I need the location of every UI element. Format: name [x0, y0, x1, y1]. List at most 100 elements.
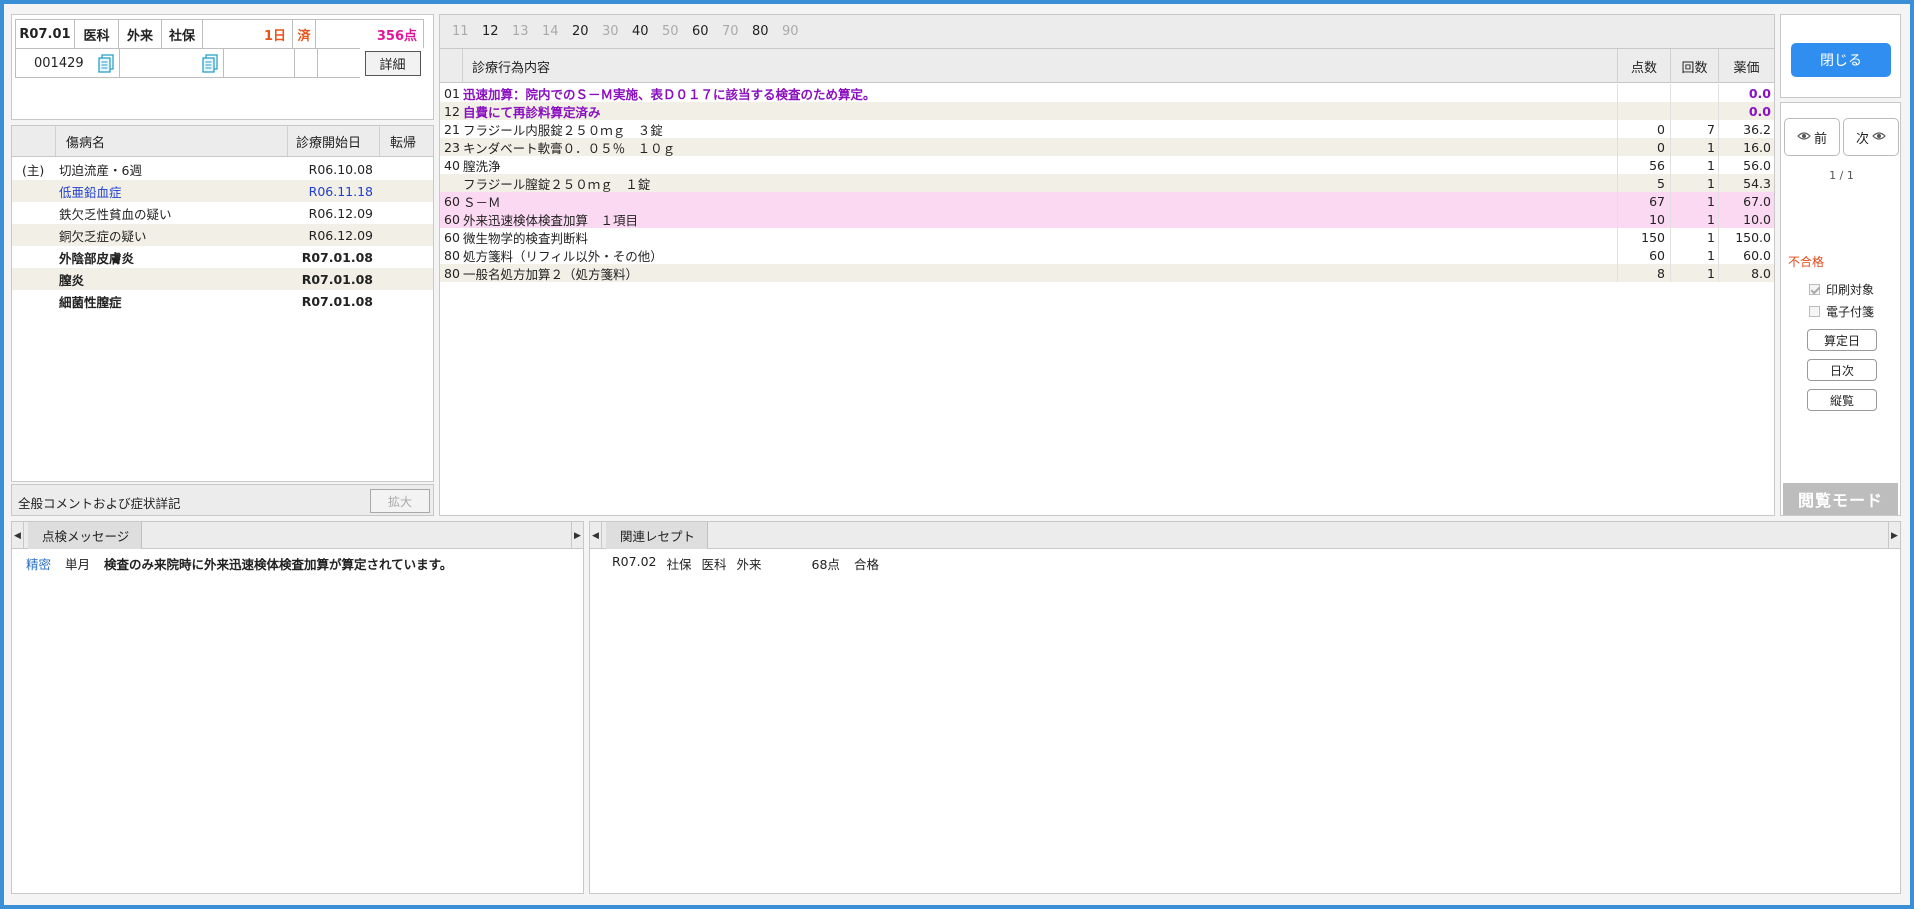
- disease-row[interactable]: 銅欠乏症の疑い R06.12.09: [12, 224, 433, 246]
- tab-category[interactable]: 20: [572, 24, 602, 39]
- procedure-name: 自費にて再診料算定済み: [463, 104, 601, 120]
- procedure-row[interactable]: 80 処方箋料（リフィル以外・その他） 60 1 60.0: [440, 246, 1774, 264]
- patient-id-cell: 001429: [15, 48, 120, 78]
- disease-row[interactable]: 低亜鉛血症 R06.11.18: [12, 180, 433, 202]
- procedure-count: 1: [1670, 246, 1715, 264]
- related-visit: 外来: [736, 557, 762, 572]
- tab-category[interactable]: 12: [482, 24, 512, 39]
- procedure-row[interactable]: 40 膣洗浄 56 1 56.0: [440, 156, 1774, 174]
- procedure-row[interactable]: 01 迅速加算：院内でのＳ－Ｍ実施、表Ｄ０１７に該当する検査のため算定。 0.0: [440, 84, 1774, 102]
- procedure-drug-price: 8.0: [1718, 264, 1771, 282]
- procedure-row[interactable]: 21 フラジール内服錠２５０ｍｇ ３錠 0 7 36.2: [440, 120, 1774, 138]
- checkbox-unchecked-icon: [1809, 306, 1820, 317]
- header-visit: 外来: [118, 19, 162, 49]
- header-points: 356点: [315, 19, 424, 49]
- tab-category[interactable]: 70: [722, 24, 752, 39]
- procedure-row[interactable]: 60 Ｓ－Ｍ 67 1 67.0: [440, 192, 1774, 210]
- tab-category[interactable]: 14: [542, 24, 572, 39]
- procedure-count: 1: [1670, 264, 1715, 282]
- disease-start-date: R07.01.08: [301, 249, 373, 265]
- procedure-count: 1: [1670, 210, 1715, 228]
- related-receipt-panel: ◀ 関連レセプト ▶ R07.02 社保 医科 外来 68点 合格: [589, 521, 1901, 894]
- col-start-date[interactable]: 診療開始日: [288, 126, 380, 156]
- disease-start-date: R06.11.18: [308, 183, 373, 199]
- tab-related-receipts[interactable]: 関連レセプト: [606, 522, 709, 549]
- scroll-left-icon[interactable]: ◀: [590, 522, 602, 549]
- procedure-table-header: 診療行為内容 点数 回数 薬価: [440, 49, 1774, 83]
- tab-check-messages[interactable]: 点検メッセージ: [28, 522, 143, 549]
- procedure-count: [1670, 84, 1715, 102]
- disease-row[interactable]: 細菌性膣症 R07.01.08: [12, 290, 433, 312]
- detail-button[interactable]: 詳細: [364, 50, 421, 76]
- comment-label: 全般コメントおよび症状詳記: [18, 496, 181, 511]
- procedure-row[interactable]: 80 一般名処方加算２（処方箋料） 8 1 8.0: [440, 264, 1774, 282]
- procedure-row[interactable]: 12 自費にて再診料算定済み 0.0: [440, 102, 1774, 120]
- tab-category[interactable]: 90: [782, 24, 812, 39]
- disease-row[interactable]: 膣炎 R07.01.08: [12, 268, 433, 290]
- header-days: 1日: [202, 19, 293, 49]
- procedure-drug-price: 150.0: [1718, 228, 1771, 246]
- check-message-panel: ◀ 点検メッセージ ▶ 精密 単月 検査のみ来院時に外来迅速検体検査加算が算定さ…: [11, 521, 584, 894]
- tab-category[interactable]: 60: [692, 24, 722, 39]
- disease-row[interactable]: (主) 切迫流産・6週 R06.10.08: [12, 158, 433, 180]
- col-points[interactable]: 点数: [1617, 49, 1670, 83]
- disease-table: 傷病名 診療開始日 転帰 (主) 切迫流産・6週 R06.10.08 低亜鉛血症 R06…: [11, 125, 434, 482]
- procedure-row[interactable]: 23 キンダベート軟膏０．０５％ １０ｇ 0 1 16.0: [440, 138, 1774, 156]
- message-text: 検査のみ来院時に外来迅速検体検査加算が算定されています。: [104, 557, 453, 572]
- disease-row[interactable]: 外陰部皮膚炎 R07.01.08: [12, 246, 433, 268]
- procedure-code: 60: [444, 229, 460, 245]
- tab-category[interactable]: 13: [512, 24, 542, 39]
- expand-button[interactable]: 拡大: [370, 489, 430, 513]
- tab-category[interactable]: 40: [632, 24, 662, 39]
- detail-cell: 詳細: [360, 48, 425, 78]
- related-insurance: 社保: [666, 557, 692, 572]
- document-copy-icon[interactable]: [98, 53, 115, 73]
- print-target-checkbox[interactable]: 印刷対象: [1809, 281, 1874, 298]
- prev-button[interactable]: 前: [1784, 118, 1840, 156]
- tab-category[interactable]: 30: [602, 24, 632, 39]
- e-sticky-checkbox[interactable]: 電子付箋: [1809, 303, 1874, 320]
- procedure-code: 60: [444, 211, 460, 227]
- col-content[interactable]: 診療行為内容: [462, 49, 1617, 83]
- procedure-name: 一般名処方加算２（処方箋料）: [463, 266, 639, 282]
- disease-name: 低亜鉛血症: [59, 184, 122, 200]
- overview-button[interactable]: 縦覧: [1807, 389, 1877, 411]
- next-button[interactable]: 次: [1843, 118, 1899, 156]
- scroll-right-icon[interactable]: ▶: [1888, 522, 1900, 549]
- procedure-row[interactable]: 60 外来迅速検体検査加算 １項目 10 1 10.0: [440, 210, 1774, 228]
- tab-category[interactable]: 50: [662, 24, 692, 39]
- related-dept: 医科: [701, 557, 727, 572]
- scroll-right-icon[interactable]: ▶: [571, 522, 583, 549]
- empty-cell: [317, 48, 361, 78]
- col-disease-name[interactable]: 傷病名: [56, 126, 288, 156]
- tab-category[interactable]: 80: [752, 24, 782, 39]
- next-label: 次: [1855, 131, 1869, 147]
- document-copy-icon[interactable]: [202, 53, 219, 73]
- disease-start-date: R07.01.08: [301, 271, 373, 287]
- disease-row[interactable]: 鉄欠乏性貧血の疑い R06.12.09: [12, 202, 433, 224]
- calc-day-button[interactable]: 算定日: [1807, 329, 1877, 351]
- check-message[interactable]: 精密 単月 検査のみ来院時に外来迅速検体検査加算が算定されています。: [26, 554, 452, 573]
- scroll-left-icon[interactable]: ◀: [12, 522, 24, 549]
- procedure-count: [1670, 102, 1715, 120]
- procedure-code: 21: [444, 121, 460, 137]
- disease-name: 銅欠乏症の疑い: [59, 228, 147, 244]
- tab-category[interactable]: 11: [452, 24, 482, 39]
- col-count[interactable]: 回数: [1670, 49, 1718, 83]
- close-button[interactable]: 閉じる: [1791, 43, 1891, 77]
- daily-button[interactable]: 日次: [1807, 359, 1877, 381]
- col-outcome[interactable]: 転帰: [380, 126, 433, 156]
- procedure-points: 0: [1617, 120, 1665, 138]
- disease-name: 鉄欠乏性貧血の疑い: [59, 206, 172, 222]
- result-status: 不合格: [1788, 255, 1825, 269]
- procedure-points: 0: [1617, 138, 1665, 156]
- related-points: 68点: [811, 557, 840, 572]
- related-result: 合格: [853, 557, 879, 572]
- procedure-row[interactable]: フラジール膣錠２５０ｍｇ １錠 5 1 54.3: [440, 174, 1774, 192]
- related-receipt-row[interactable]: R07.02 社保 医科 外来 68点 合格: [612, 554, 889, 573]
- e-sticky-label: 電子付箋: [1826, 305, 1875, 319]
- col-drug-price[interactable]: 薬価: [1718, 49, 1774, 83]
- procedure-row[interactable]: 60 微生物学的検査判断料 150 1 150.0: [440, 228, 1774, 246]
- procedure-name: キンダベート軟膏０．０５％ １０ｇ: [463, 140, 676, 156]
- procedure-count: 1: [1670, 192, 1715, 210]
